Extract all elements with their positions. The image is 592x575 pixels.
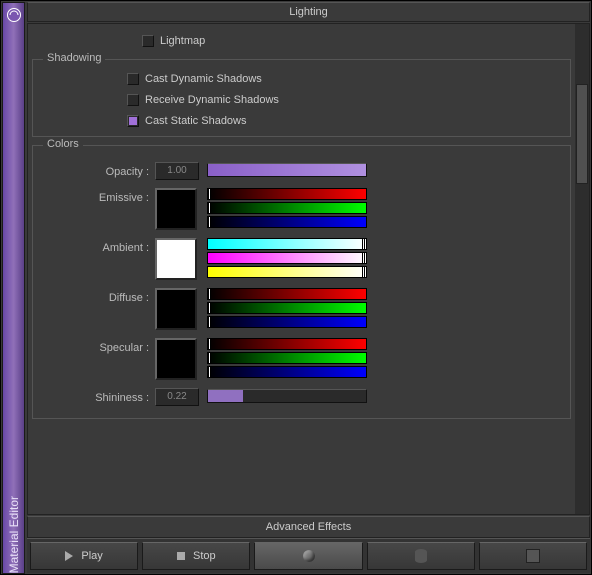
emissive-sliders <box>207 188 367 228</box>
cylinder-icon <box>415 549 427 563</box>
material-editor-icon <box>6 7 22 23</box>
colors-fieldset: Colors Opacity : 1.00 Emissive :Ambient … <box>32 145 571 419</box>
opacity-label: Opacity : <box>37 162 155 178</box>
slider-handle[interactable] <box>208 202 211 214</box>
cast-dynamic-label: Cast Dynamic Shadows <box>145 73 262 85</box>
colors-legend: Colors <box>43 138 83 150</box>
slider-handle[interactable] <box>362 238 365 250</box>
shininess-slider[interactable] <box>207 389 367 403</box>
slider-handle[interactable] <box>208 188 211 200</box>
slider-handle[interactable] <box>362 266 365 278</box>
diffuse-swatch[interactable] <box>155 288 197 330</box>
app-root: Material Editor Lighting Lightmap Shadow… <box>0 0 592 575</box>
diffuse-slider-g[interactable] <box>207 302 367 314</box>
shadowing-legend: Shadowing <box>43 52 105 64</box>
ambient-sliders <box>207 238 367 278</box>
ambient-label: Ambient : <box>37 238 155 254</box>
bottom-toolbar: Play Stop <box>27 538 590 573</box>
sidebar-tab-label: Material Editor <box>7 490 21 573</box>
sidebar-tab-material-editor[interactable]: Material Editor <box>2 2 25 574</box>
diffuse-row: Diffuse : <box>37 288 566 330</box>
scroll-area: Lightmap Shadowing Cast Dynamic Shadows … <box>27 23 590 515</box>
specular-slider-r[interactable] <box>207 338 367 350</box>
stop-icon <box>177 552 185 560</box>
opacity-row: Opacity : 1.00 <box>37 162 566 180</box>
shininess-value[interactable]: 0.22 <box>155 388 199 406</box>
lightmap-label: Lightmap <box>160 35 205 47</box>
panel-title-advanced[interactable]: Advanced Effects <box>27 516 590 538</box>
ambient-slider-b[interactable] <box>207 266 367 278</box>
emissive-slider-g[interactable] <box>207 202 367 214</box>
preview-cube-button[interactable] <box>479 542 587 570</box>
slider-handle[interactable] <box>208 366 211 378</box>
emissive-label: Emissive : <box>37 188 155 204</box>
scroll-content: Lightmap Shadowing Cast Dynamic Shadows … <box>28 24 575 514</box>
lightmap-checkbox[interactable] <box>142 35 154 47</box>
cast-static-label: Cast Static Shadows <box>145 115 247 127</box>
ambient-row: Ambient : <box>37 238 566 280</box>
opacity-slider-fill <box>208 164 366 176</box>
play-label: Play <box>81 550 102 562</box>
specular-label: Specular : <box>37 338 155 354</box>
shininess-row: Shininess : 0.22 <box>37 388 566 406</box>
slider-handle[interactable] <box>208 216 211 228</box>
slider-handle[interactable] <box>208 288 211 300</box>
diffuse-slider-b[interactable] <box>207 316 367 328</box>
shininess-label: Shininess : <box>37 388 155 404</box>
preview-sphere-button[interactable] <box>254 542 362 570</box>
vertical-scrollbar[interactable] <box>575 24 589 514</box>
specular-sliders <box>207 338 367 378</box>
opacity-slider[interactable] <box>207 163 367 177</box>
emissive-row: Emissive : <box>37 188 566 230</box>
main-area: Lighting Lightmap Shadowing Cast Dynamic… <box>27 2 590 573</box>
shininess-slider-fill <box>208 390 243 402</box>
slider-handle[interactable] <box>208 352 211 364</box>
slider-handle[interactable] <box>208 316 211 328</box>
preview-cylinder-button[interactable] <box>367 542 475 570</box>
specular-row: Specular : <box>37 338 566 380</box>
slider-handle[interactable] <box>208 302 211 314</box>
shadowing-fieldset: Shadowing Cast Dynamic Shadows Receive D… <box>32 59 571 137</box>
stop-label: Stop <box>193 550 216 562</box>
receive-dynamic-label: Receive Dynamic Shadows <box>145 94 279 106</box>
slider-handle[interactable] <box>362 252 365 264</box>
specular-slider-g[interactable] <box>207 352 367 364</box>
emissive-swatch[interactable] <box>155 188 197 230</box>
lightmap-row: Lightmap <box>32 31 571 51</box>
diffuse-label: Diffuse : <box>37 288 155 304</box>
ambient-slider-g[interactable] <box>207 252 367 264</box>
emissive-slider-b[interactable] <box>207 216 367 228</box>
diffuse-sliders <box>207 288 367 328</box>
specular-swatch[interactable] <box>155 338 197 380</box>
diffuse-slider-r[interactable] <box>207 288 367 300</box>
cube-icon <box>526 549 540 563</box>
emissive-slider-r[interactable] <box>207 188 367 200</box>
opacity-value[interactable]: 1.00 <box>155 162 199 180</box>
panel-title-lighting[interactable]: Lighting <box>27 2 590 22</box>
ambient-slider-r[interactable] <box>207 238 367 250</box>
stop-button[interactable]: Stop <box>142 542 250 570</box>
scrollbar-thumb[interactable] <box>576 84 588 184</box>
receive-dynamic-checkbox[interactable] <box>127 94 139 106</box>
play-icon <box>65 551 73 561</box>
play-button[interactable]: Play <box>30 542 138 570</box>
specular-slider-b[interactable] <box>207 366 367 378</box>
cast-static-checkbox[interactable] <box>127 115 139 127</box>
slider-handle[interactable] <box>208 338 211 350</box>
sphere-icon <box>303 550 315 562</box>
ambient-swatch[interactable] <box>155 238 197 280</box>
cast-dynamic-checkbox[interactable] <box>127 73 139 85</box>
